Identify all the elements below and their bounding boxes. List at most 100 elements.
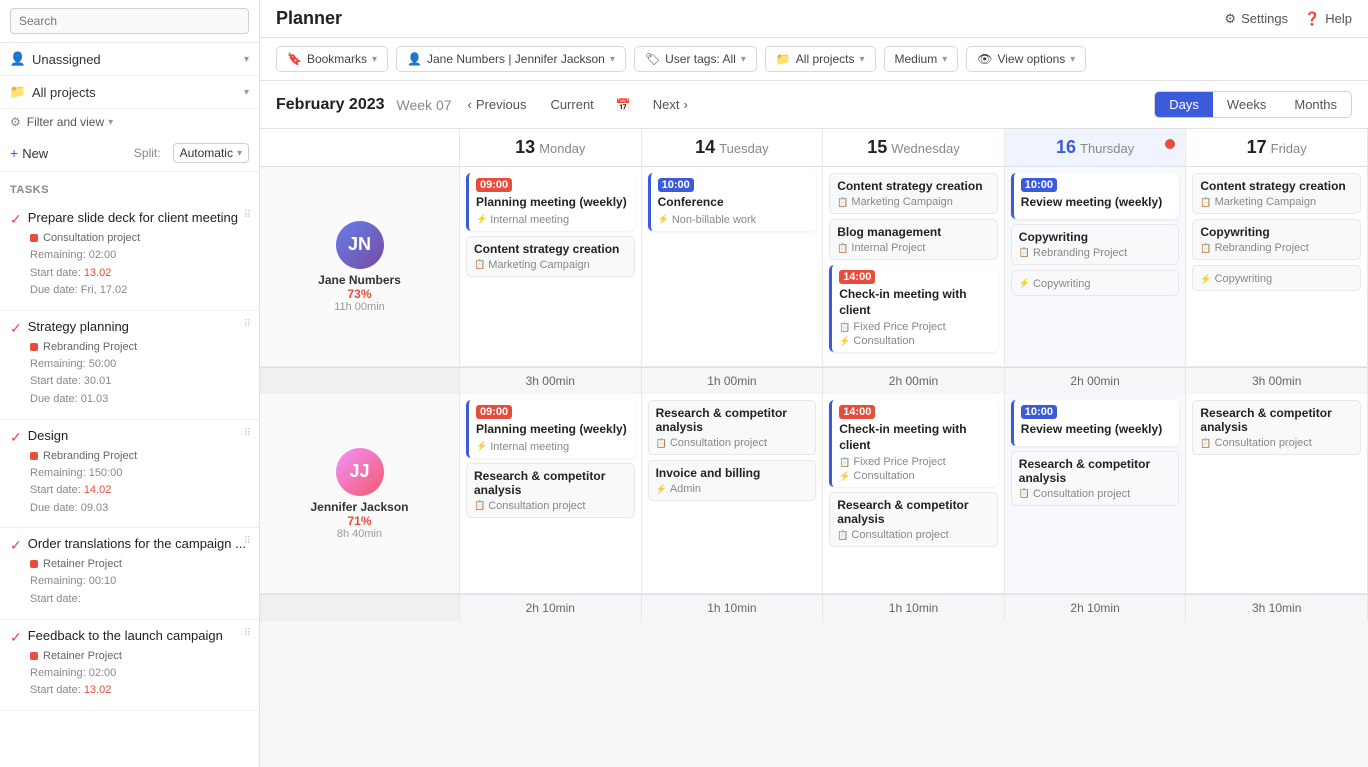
event-block[interactable]: Blog management📋Internal Project bbox=[829, 219, 998, 260]
sub-icon: ⚡ bbox=[476, 441, 487, 452]
sub-icon: 📋 bbox=[837, 197, 848, 208]
task-project: Consultation project bbox=[30, 232, 249, 244]
resize-handle[interactable]: ⠿ bbox=[244, 210, 251, 221]
resize-handle[interactable]: ⠿ bbox=[244, 628, 251, 639]
event-block[interactable]: Copywriting📋Rebranding Project bbox=[1192, 219, 1361, 260]
settings-label: Settings bbox=[1241, 11, 1288, 26]
footer-cell-1-3: 2h 10min bbox=[1005, 594, 1187, 621]
event-block[interactable]: Content strategy creation📋Marketing Camp… bbox=[1192, 173, 1361, 214]
footer-cell-0-1: 1h 00min bbox=[642, 367, 824, 394]
tag-icon: 🏷 bbox=[645, 52, 660, 66]
view-options-button[interactable]: 👁 View options ▾ bbox=[966, 46, 1086, 72]
projects-button[interactable]: 📁 All projects ▾ bbox=[765, 46, 876, 72]
task-project-name: Rebranding Project bbox=[43, 341, 137, 353]
user-filter-button[interactable]: 👤 Jane Numbers | Jennifer Jackson ▾ bbox=[396, 46, 626, 72]
event-block[interactable]: Research & competitor analysis📋Consultat… bbox=[1011, 451, 1180, 506]
sub-icon: 📋 bbox=[1200, 197, 1211, 208]
event-card[interactable]: 14:00Check-in meeting with client📋Fixed … bbox=[829, 400, 998, 487]
next-button[interactable]: Next › bbox=[645, 93, 696, 116]
sub-icon: ⚡ bbox=[839, 471, 850, 482]
sidebar: 👤 Unassigned ▾ 📁 All projects ▾ ⚙ Filter… bbox=[0, 0, 260, 767]
planner-grid-container: 13Monday14Tuesday15Wednesday16Thursday17… bbox=[260, 129, 1368, 767]
sub-text: Internal Project bbox=[851, 242, 925, 254]
task-check-icon: ✓ bbox=[10, 629, 22, 646]
event-card[interactable]: 10:00Review meeting (weekly) bbox=[1011, 173, 1180, 219]
event-card[interactable]: 10:00Conference⚡Non-billable work bbox=[648, 173, 817, 231]
event-card[interactable]: 14:00Check-in meeting with client📋Fixed … bbox=[829, 265, 998, 352]
day-cell-1-2: 14:00Check-in meeting with client📋Fixed … bbox=[823, 394, 1005, 594]
medium-button[interactable]: Medium ▾ bbox=[884, 46, 959, 72]
calendar-picker-button[interactable]: 📅 bbox=[610, 94, 637, 116]
day-cell-1-0: 09:00Planning meeting (weekly)⚡Internal … bbox=[460, 394, 642, 594]
event-card[interactable]: 10:00Review meeting (weekly) bbox=[1011, 400, 1180, 446]
task-start: Start date: 13.02 bbox=[30, 684, 111, 696]
sub-icon: 📋 bbox=[1200, 438, 1211, 449]
event-block[interactable]: Invoice and billing⚡Admin bbox=[648, 460, 817, 501]
filter-view-btn[interactable]: ⚙ Filter and view ▾ bbox=[0, 109, 259, 135]
task-item[interactable]: ✓ Feedback to the launch campaign Retain… bbox=[0, 620, 259, 711]
event-time: 09:00 bbox=[476, 178, 512, 192]
event-sub: 📋Marketing Campaign bbox=[1200, 196, 1353, 208]
project-dot bbox=[30, 560, 38, 568]
footer-cell-0-3: 2h 00min bbox=[1005, 367, 1187, 394]
resize-handle[interactable]: ⠿ bbox=[244, 428, 251, 439]
event-block-title: Research & competitor analysis bbox=[656, 406, 809, 434]
unassigned-header[interactable]: 👤 Unassigned ▾ bbox=[0, 43, 259, 75]
days-view-button[interactable]: Days bbox=[1155, 92, 1213, 117]
event-sub: ⚡Admin bbox=[656, 483, 809, 495]
day-number: 15 bbox=[867, 137, 887, 157]
event-block[interactable]: ⚡Copywriting bbox=[1011, 270, 1180, 296]
chevron-down-icon-2: ▾ bbox=[244, 87, 249, 98]
event-block[interactable]: Content strategy creation📋Marketing Camp… bbox=[829, 173, 998, 214]
sub-text: Internal meeting bbox=[490, 214, 569, 226]
person-time: 11h 00min bbox=[334, 301, 385, 313]
event-block[interactable]: ⚡Copywriting bbox=[1192, 265, 1361, 291]
event-block[interactable]: Content strategy creation📋Marketing Camp… bbox=[466, 236, 635, 277]
event-block[interactable]: Research & competitor analysis📋Consultat… bbox=[466, 463, 635, 518]
event-block[interactable]: Research & competitor analysis📋Consultat… bbox=[1192, 400, 1361, 455]
current-button[interactable]: Current bbox=[542, 93, 601, 116]
event-time: 10:00 bbox=[658, 178, 694, 192]
resize-handle[interactable]: ⠿ bbox=[244, 536, 251, 547]
day-header-16: 16Thursday bbox=[1005, 129, 1187, 167]
event-sub: ⚡Internal meeting bbox=[476, 214, 628, 226]
previous-button[interactable]: ‹ Previous bbox=[460, 93, 535, 116]
task-item[interactable]: ✓ Order translations for the campaign ..… bbox=[0, 528, 259, 619]
user-tags-button[interactable]: 🏷 User tags: All ▾ bbox=[634, 46, 757, 72]
sub-icon: 📋 bbox=[474, 500, 485, 511]
all-projects-header[interactable]: 📁 All projects ▾ bbox=[0, 76, 259, 108]
day-header-14: 14Tuesday bbox=[642, 129, 824, 167]
event-block[interactable]: Research & competitor analysis📋Consultat… bbox=[829, 492, 998, 547]
split-dropdown[interactable]: Automatic ▾ bbox=[173, 143, 249, 163]
resize-handle[interactable]: ⠿ bbox=[244, 319, 251, 330]
event-title: Planning meeting (weekly) bbox=[476, 195, 628, 211]
settings-button[interactable]: ⚙ Settings bbox=[1224, 11, 1288, 27]
event-card[interactable]: 09:00 Planning meeting (weekly) ⚡Internal … bbox=[466, 173, 635, 231]
event-block[interactable]: Copywriting📋Rebranding Project bbox=[1011, 224, 1180, 265]
task-start: Start date: 30.01 bbox=[30, 375, 111, 387]
sub-text: Marketing Campaign bbox=[851, 196, 953, 208]
event-block[interactable]: Research & competitor analysis📋Consultat… bbox=[648, 400, 817, 455]
search-input[interactable] bbox=[10, 8, 249, 34]
weeks-view-button[interactable]: Weeks bbox=[1213, 92, 1281, 117]
unassigned-label: Unassigned bbox=[32, 52, 101, 67]
help-button[interactable]: ❓ Help bbox=[1304, 11, 1352, 27]
day-cell-1-3: 10:00Review meeting (weekly) Research & c… bbox=[1005, 394, 1187, 594]
task-item[interactable]: ✓ Strategy planning Rebranding Project R… bbox=[0, 311, 259, 420]
bookmarks-button[interactable]: 🔖 Bookmarks ▾ bbox=[276, 46, 388, 72]
sidebar-actions: + New Split: Automatic ▾ bbox=[0, 135, 259, 172]
sub-text: Consultation project bbox=[851, 529, 948, 541]
months-view-button[interactable]: Months bbox=[1280, 92, 1351, 117]
event-block-title: Research & competitor analysis bbox=[474, 469, 627, 497]
person-percent: 71% bbox=[347, 514, 371, 528]
task-item[interactable]: ✓ Design Rebranding Project Remaining: 1… bbox=[0, 420, 259, 529]
event-card[interactable]: 09:00Planning meeting (weekly)⚡Internal … bbox=[466, 400, 635, 458]
event-sub: ⚡Non-billable work bbox=[658, 214, 810, 226]
task-remaining: Remaining: 150:00 bbox=[30, 467, 122, 479]
left-arrow-icon: ‹ bbox=[468, 97, 472, 112]
task-item[interactable]: ✓ Prepare slide deck for client meeting … bbox=[0, 202, 259, 311]
person-name: Jane Numbers bbox=[318, 273, 401, 287]
chevron-down-icon: ▾ bbox=[244, 54, 249, 65]
sub-text: Fixed Price Project bbox=[853, 456, 945, 468]
new-button[interactable]: + New bbox=[10, 145, 48, 161]
